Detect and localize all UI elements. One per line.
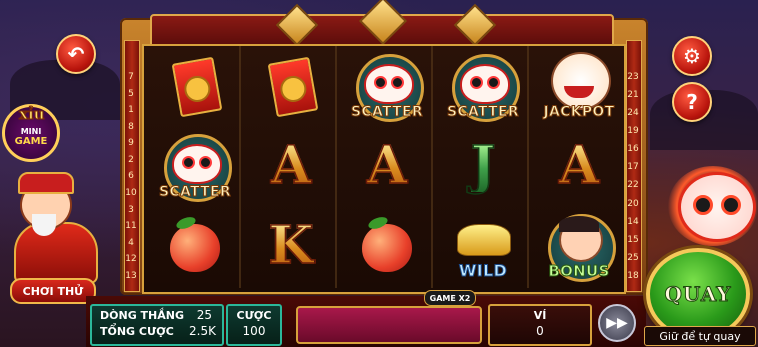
- payline-number: 23: [627, 72, 639, 82]
- payline-number: 19: [627, 126, 639, 137]
- reel-symbol-K: K: [248, 210, 334, 282]
- payline-number: 2: [128, 154, 134, 165]
- lion-head-icon: [364, 64, 414, 104]
- wild-label: WILD: [458, 261, 508, 281]
- reel-symbol-A: A: [248, 130, 334, 202]
- reel-symbol-lion-dance: SCATTER: [440, 50, 526, 122]
- payline-number: 9: [128, 138, 134, 149]
- god-of-wealth-icon: [551, 52, 611, 110]
- reel-symbol-baby: BONUS: [536, 210, 622, 282]
- reel-symbol-gold-ingot: WILD: [440, 210, 526, 282]
- reel-symbol-peach: [152, 210, 238, 282]
- fast-forward-button[interactable]: ▶▶: [598, 304, 636, 342]
- help-button[interactable]: ?: [672, 82, 712, 122]
- reel-divider: [335, 46, 337, 288]
- mini-game-button[interactable]: xỉu MINI GAME: [2, 104, 60, 162]
- payline-number: 22: [627, 180, 639, 191]
- jackpot-label: JACKPOT: [543, 104, 615, 121]
- god-of-wealth-mascot: [6, 172, 106, 284]
- scatter-label: SCATTER: [447, 104, 520, 121]
- win-display: [296, 306, 482, 344]
- winning-lines-label: DÒNG THẮNG: [100, 309, 185, 322]
- payline-number: 4: [128, 237, 134, 248]
- wallet-panel: VÍ 0: [488, 304, 592, 346]
- payline-number: 13: [125, 270, 137, 281]
- auto-spin-hint[interactable]: Giữ để tự quay: [644, 326, 756, 346]
- bet-label: CƯỢC: [236, 309, 272, 322]
- minigame-xiu-label: xỉu: [19, 105, 46, 124]
- total-bet-label: TỔNG CƯỢC: [100, 325, 174, 338]
- payline-number: 14: [627, 216, 639, 227]
- payline-number: 25: [627, 252, 639, 263]
- scatter-label: SCATTER: [159, 184, 232, 201]
- payline-numbers-right: 23 21 24 19 16 17 22 20 14 15 25 18: [626, 72, 640, 282]
- fast-forward-icon: ▶▶: [606, 315, 628, 331]
- game-multiplier-badge: GAME X2: [424, 290, 476, 306]
- wallet-value: 0: [536, 324, 544, 338]
- reel-symbol-A: A: [344, 130, 430, 202]
- gear-icon: ⚙: [683, 44, 701, 68]
- wallet-label: VÍ: [533, 309, 547, 322]
- reel-divider: [527, 46, 529, 288]
- payline-number: 24: [627, 108, 639, 119]
- try-play-button[interactable]: CHƠI THỬ: [10, 278, 96, 304]
- symbol-letter: K: [268, 215, 315, 276]
- lion-head-icon: [460, 64, 510, 104]
- reel-symbol-peach: [344, 210, 430, 282]
- bet-value: 100: [242, 324, 266, 338]
- red-envelope-icon: [171, 56, 223, 118]
- payline-number: 7: [128, 72, 134, 82]
- symbol-letter: A: [270, 135, 312, 196]
- scatter-label: SCATTER: [351, 104, 424, 121]
- payline-number: 1: [128, 105, 134, 116]
- reel-symbol-J: J: [440, 130, 526, 202]
- reel-symbol-lion-dance: SCATTER: [152, 130, 238, 202]
- symbol-letter: J: [470, 135, 496, 196]
- payline-number: 17: [627, 162, 639, 173]
- reel-symbol-lion-dance: SCATTER: [344, 50, 430, 122]
- symbol-letter: A: [366, 135, 408, 196]
- back-button[interactable]: ↶: [56, 34, 96, 74]
- settings-button[interactable]: ⚙: [672, 36, 712, 76]
- symbol-letter: A: [558, 135, 600, 196]
- winning-lines-value: 25: [196, 308, 212, 322]
- payline-number: 20: [627, 198, 639, 209]
- payline-numbers-left: 7 5 1 8 9 2 6 10 3 11 4 12 13: [124, 72, 138, 282]
- peach-icon: [362, 224, 412, 272]
- payline-number: 12: [125, 254, 137, 265]
- payline-number: 5: [128, 88, 134, 99]
- bet-info-panel: DÒNG THẮNG 25 TỔNG CƯỢC 2.5K: [90, 304, 224, 346]
- baby-icon: [559, 216, 603, 262]
- reel-divider: [239, 46, 241, 288]
- lion-head-icon: [172, 144, 222, 184]
- payline-number: 6: [128, 171, 134, 182]
- payline-number: 16: [627, 144, 639, 155]
- reel-symbol-god-of-wealth: JACKPOT: [536, 50, 622, 122]
- reel-symbol-red-envelope: [248, 50, 334, 122]
- undo-arrow-icon: ↶: [67, 42, 85, 66]
- bonus-label: BONUS: [548, 262, 610, 281]
- minigame-mini-label: MINI: [20, 127, 42, 136]
- gold-ingot-icon: [457, 224, 511, 256]
- question-icon: ?: [686, 90, 698, 114]
- payline-number: 3: [128, 204, 134, 215]
- payline-number: 10: [125, 188, 137, 199]
- payline-number: 21: [627, 90, 639, 101]
- reel-symbol-red-envelope: [152, 50, 238, 122]
- payline-number: 8: [128, 121, 134, 132]
- peach-icon: [170, 224, 220, 272]
- payline-number: 11: [125, 221, 137, 232]
- reel-divider: [431, 46, 433, 288]
- red-envelope-icon: [267, 56, 319, 118]
- payline-number: 15: [627, 234, 639, 245]
- bet-selector[interactable]: CƯỢC 100: [226, 304, 282, 346]
- reel-symbol-A: A: [536, 130, 622, 202]
- minigame-game-label: GAME: [14, 136, 48, 147]
- total-bet-value: 2.5K: [189, 324, 216, 338]
- payline-number: 18: [627, 270, 639, 281]
